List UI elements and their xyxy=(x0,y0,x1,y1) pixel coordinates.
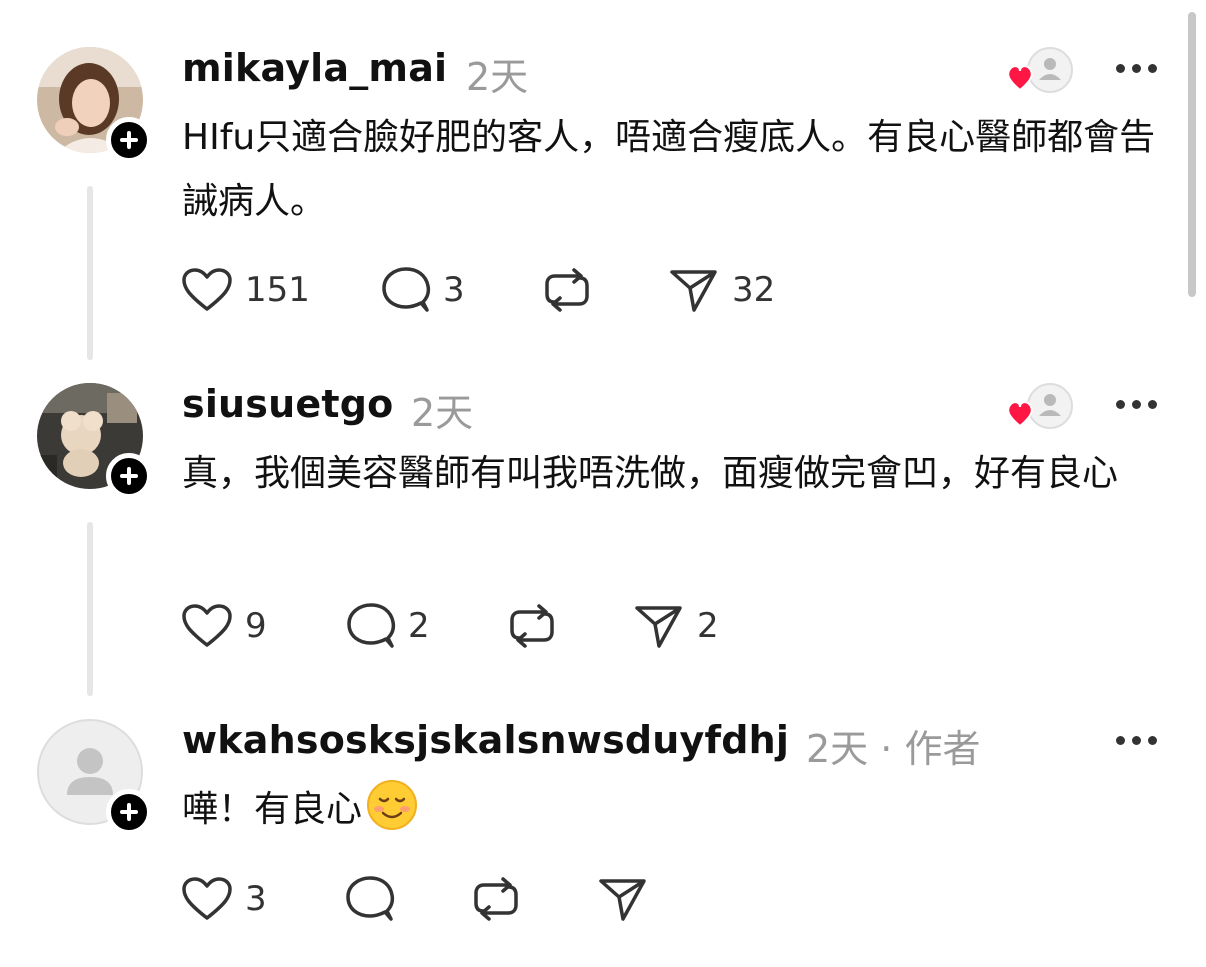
liked-by-author-indicator xyxy=(1004,46,1074,94)
follow-button[interactable] xyxy=(106,453,152,499)
share-count: 32 xyxy=(732,270,776,310)
more-options-button[interactable] xyxy=(1116,62,1158,76)
comment-text: 真，我個美容醫師有叫我唔洗做，面瘦做完會凹，好有良心 xyxy=(182,453,1119,494)
comment-text-value: 嘩！有良心 xyxy=(182,789,363,830)
like-count: 9 xyxy=(245,606,267,646)
follow-button[interactable] xyxy=(106,789,152,835)
share-button[interactable]: 2 xyxy=(633,604,719,648)
comment-text: 嘩！有良心 xyxy=(182,778,1172,842)
comment-text: HIfu只適合臉好肥的客人，唔適合瘦底人。有良心醫師都會告誡病人。 xyxy=(182,117,1156,222)
heart-icon xyxy=(182,268,232,311)
repost-button[interactable] xyxy=(542,268,592,312)
repost-button[interactable] xyxy=(507,604,557,648)
reply-button[interactable]: 3 xyxy=(381,267,465,312)
send-icon xyxy=(670,270,717,312)
smiling-face-emoji xyxy=(367,780,418,830)
author-tag: 作者 xyxy=(904,727,981,771)
share-button[interactable] xyxy=(597,877,649,921)
more-options-button[interactable] xyxy=(1116,734,1158,748)
username[interactable]: wkahsosksjskalsnwsduyfdhj xyxy=(182,718,789,762)
reply-button[interactable]: 2 xyxy=(346,603,430,648)
like-button[interactable]: 151 xyxy=(181,268,310,312)
thread-line xyxy=(87,522,93,696)
timestamp-value: 2天 xyxy=(806,727,869,771)
like-button[interactable]: 9 xyxy=(181,604,267,648)
like-count: 3 xyxy=(245,879,267,919)
like-count: 151 xyxy=(245,270,310,310)
repost-button[interactable] xyxy=(471,877,521,921)
reply-count: 2 xyxy=(408,606,430,646)
send-icon xyxy=(599,879,646,921)
thread-line xyxy=(87,186,93,360)
timestamp: 2天 · 作者 xyxy=(806,718,980,773)
scrollbar[interactable] xyxy=(1188,12,1196,297)
heart-icon xyxy=(182,604,232,647)
liked-by-author-indicator xyxy=(1004,382,1074,430)
share-button[interactable]: 32 xyxy=(668,268,775,312)
timestamp: 2天 xyxy=(466,55,529,99)
repost-icon xyxy=(510,604,554,648)
username[interactable]: mikayla_mai xyxy=(182,46,447,90)
more-options-button[interactable] xyxy=(1116,398,1158,412)
follow-button[interactable] xyxy=(106,117,152,163)
separator: · xyxy=(880,727,893,771)
repost-icon xyxy=(474,877,518,921)
heart-icon xyxy=(182,877,232,920)
comment-bubble-icon xyxy=(382,267,431,312)
like-button[interactable]: 3 xyxy=(181,877,267,921)
share-count: 2 xyxy=(697,606,719,646)
send-icon xyxy=(635,606,682,648)
comment-bubble-icon xyxy=(347,603,396,648)
comment-bubble-icon xyxy=(346,876,395,921)
timestamp: 2天 xyxy=(411,391,474,435)
reply-count: 3 xyxy=(443,270,465,310)
username[interactable]: siusuetgo xyxy=(182,382,393,426)
repost-icon xyxy=(545,268,589,312)
reply-button[interactable] xyxy=(345,876,395,921)
